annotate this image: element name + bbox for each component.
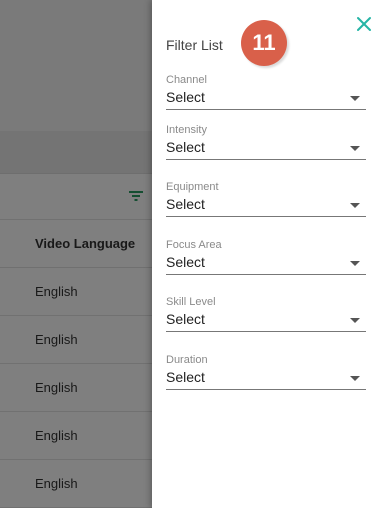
filter-skill-level: Skill Level Select: [166, 295, 366, 332]
filter-drawer: Filter List 11 Channel Select Intensity …: [152, 0, 389, 508]
filter-intensity: Intensity Select: [166, 123, 366, 160]
filter-channel: Channel Select: [166, 73, 366, 110]
filter-intensity-select[interactable]: Select: [166, 137, 366, 160]
filter-duration-value: Select: [166, 369, 205, 385]
chevron-down-icon: [350, 261, 360, 266]
filter-equipment-select[interactable]: Select: [166, 194, 366, 217]
chevron-down-icon: [350, 203, 360, 208]
step-badge: 11: [241, 20, 287, 66]
filter-channel-select[interactable]: Select: [166, 87, 366, 110]
filter-channel-label: Channel: [166, 74, 207, 86]
filter-focus-area-select[interactable]: Select: [166, 252, 366, 275]
filter-equipment-value: Select: [166, 196, 205, 212]
filter-intensity-label: Intensity: [166, 124, 207, 136]
close-icon[interactable]: [355, 15, 373, 33]
filter-duration-select[interactable]: Select: [166, 367, 366, 390]
filter-focus-area-value: Select: [166, 254, 205, 270]
chevron-down-icon: [350, 376, 360, 381]
filter-equipment-label: Equipment: [166, 181, 219, 193]
filter-duration: Duration Select: [166, 353, 366, 390]
filter-skill-level-select[interactable]: Select: [166, 309, 366, 332]
filter-duration-label: Duration: [166, 354, 208, 366]
chevron-down-icon: [350, 146, 360, 151]
page: Video Language English English English E…: [0, 0, 389, 508]
drawer-title: Filter List: [166, 37, 223, 53]
chevron-down-icon: [350, 96, 360, 101]
filter-channel-value: Select: [166, 89, 205, 105]
filter-focus-area: Focus Area Select: [166, 238, 366, 275]
filter-equipment: Equipment Select: [166, 180, 366, 217]
filter-skill-level-value: Select: [166, 311, 205, 327]
filter-skill-level-label: Skill Level: [166, 296, 216, 308]
chevron-down-icon: [350, 318, 360, 323]
filter-focus-area-label: Focus Area: [166, 239, 222, 251]
filter-intensity-value: Select: [166, 139, 205, 155]
